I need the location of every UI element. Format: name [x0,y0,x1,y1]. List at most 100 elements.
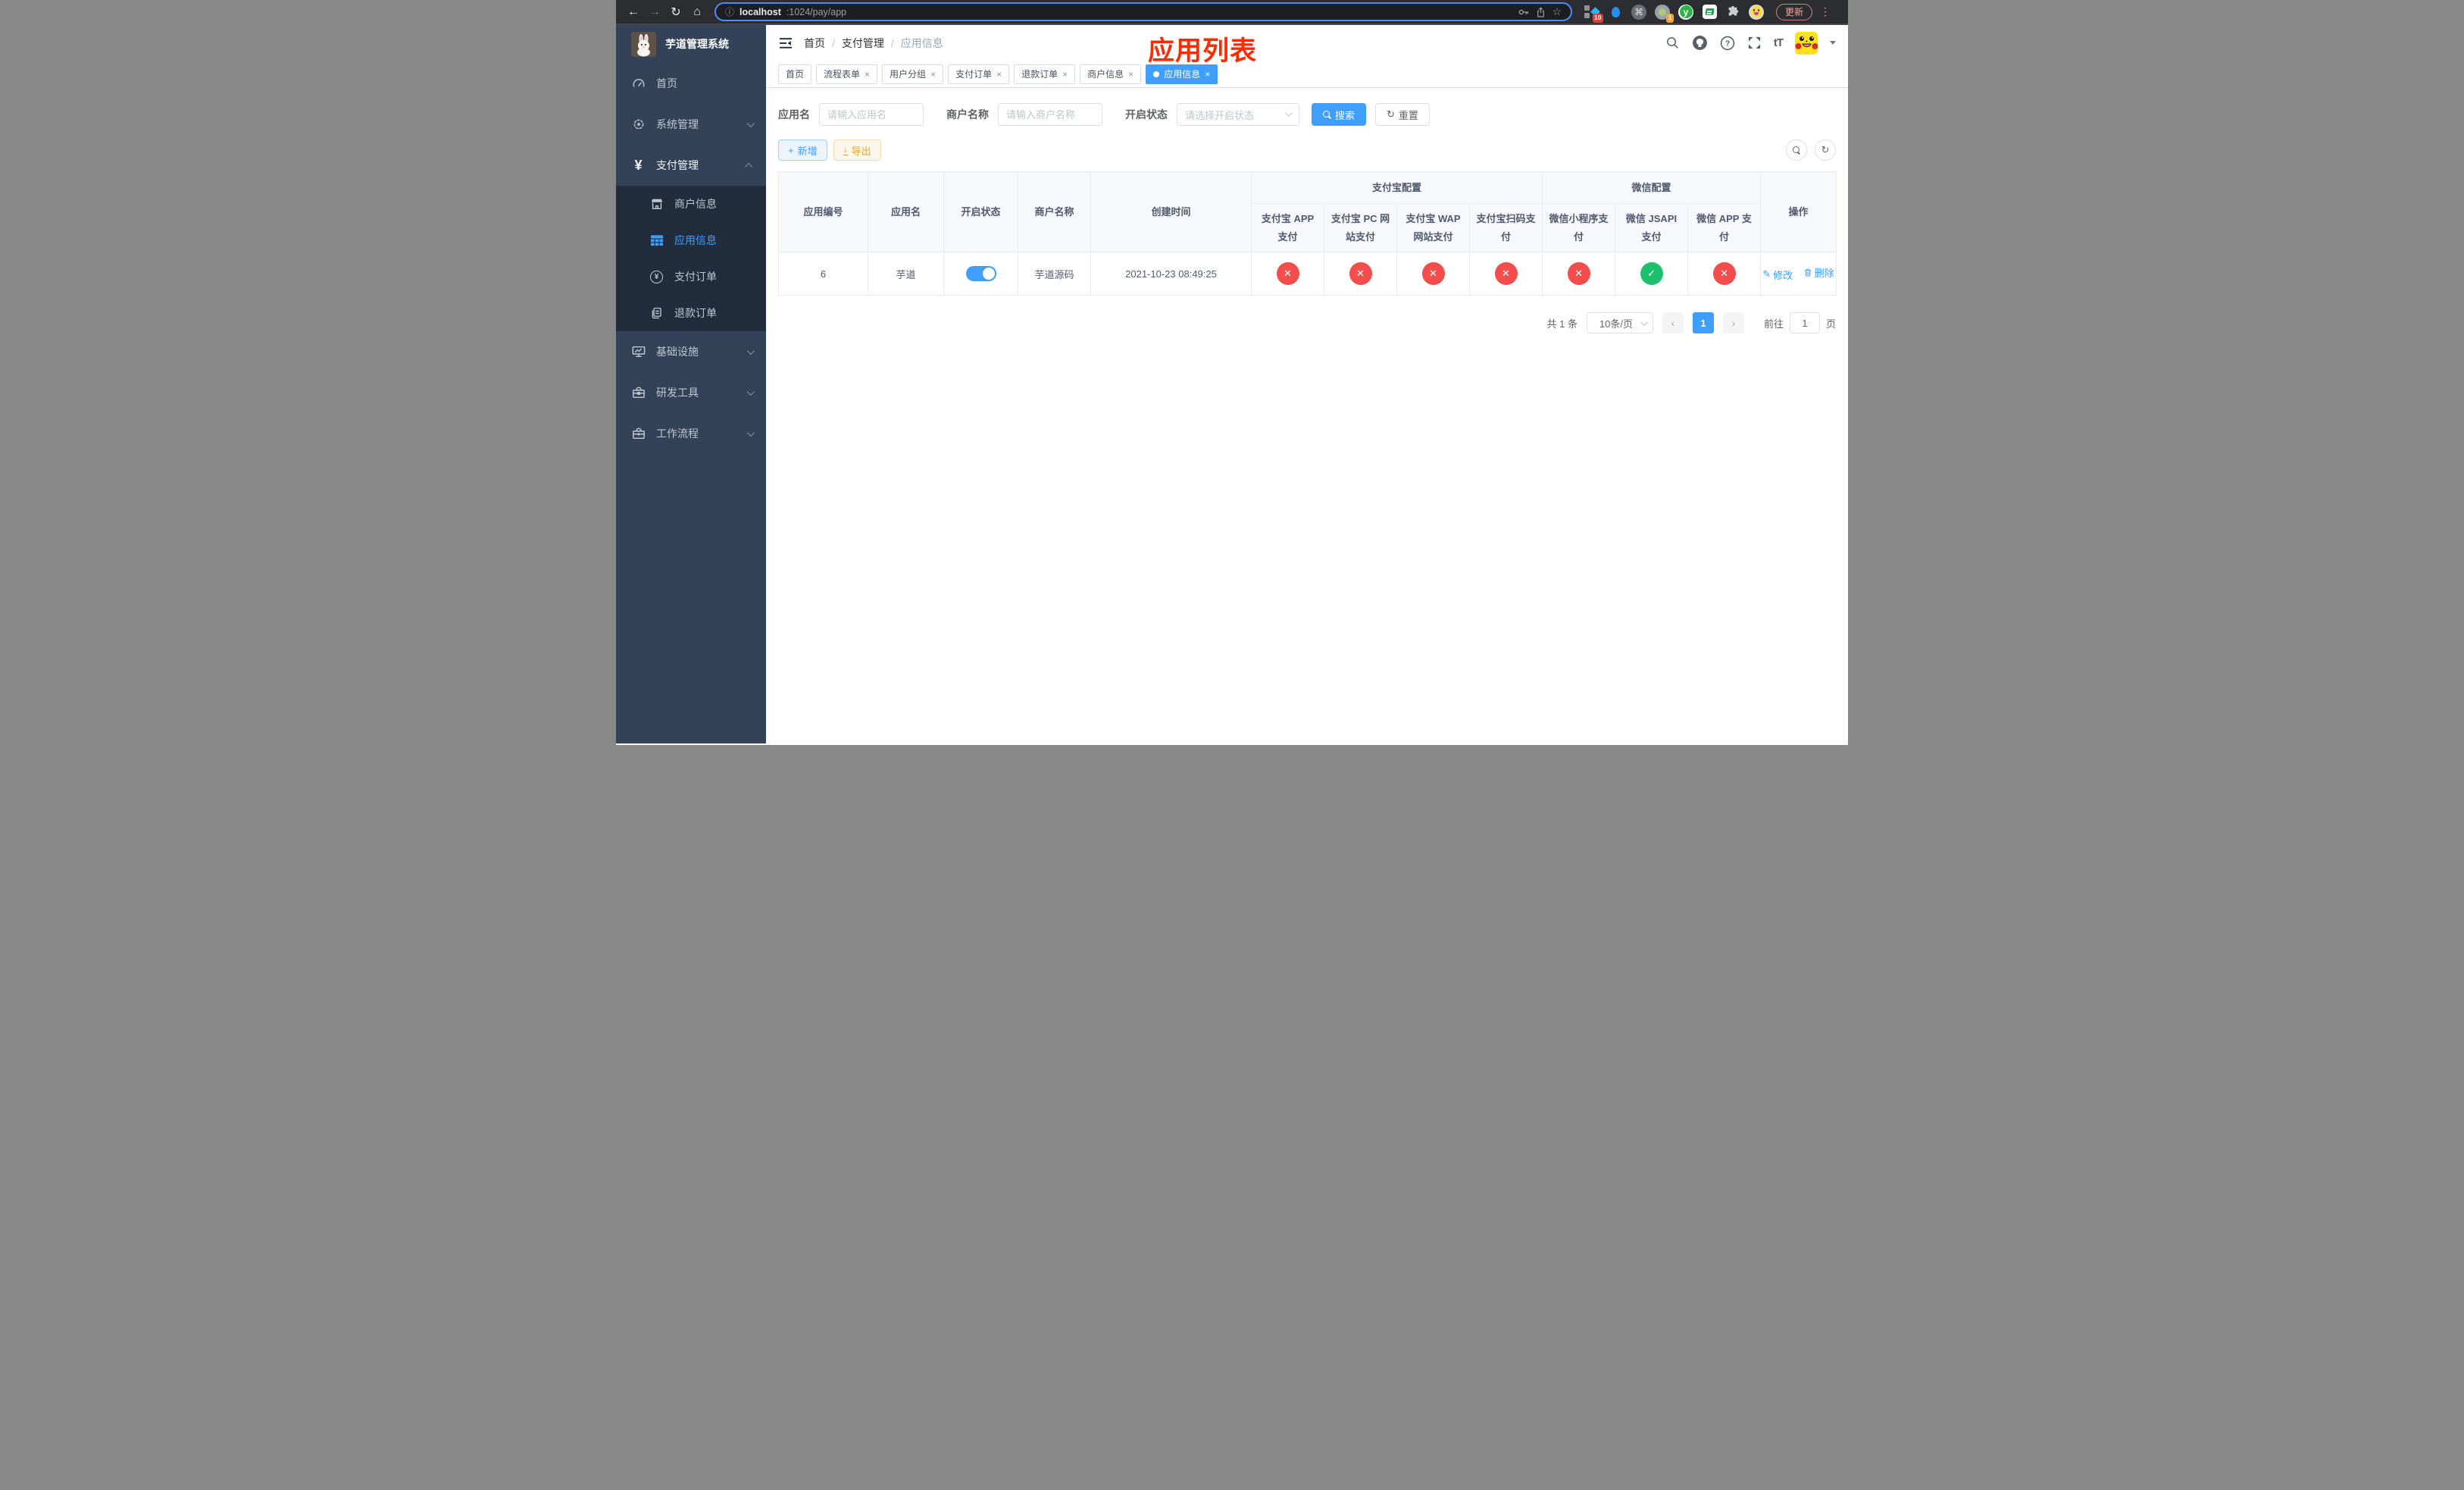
bookmark-star-icon[interactable]: ☆ [1552,5,1562,18]
key-icon[interactable] [1518,6,1530,18]
breadcrumb-payment[interactable]: 支付管理 [842,36,884,51]
enabled-toggle[interactable] [965,266,996,281]
chevron-down-icon [746,346,755,355]
page-number-button[interactable]: 1 [1692,312,1714,333]
next-page-button[interactable]: › [1722,312,1744,333]
sidebar-item-label: 系统管理 [656,118,699,130]
sidebar-item-label: 商户信息 [674,198,717,210]
collapse-menu-icon[interactable] [778,36,793,51]
puzzle-extensions-icon[interactable] [1725,5,1740,20]
trash-icon [1804,269,1812,277]
col-app-name: 应用名 [868,171,944,252]
browser-update-button[interactable]: 更新 [1776,3,1813,20]
breadcrumb-current: 应用信息 [900,36,943,49]
sidebar-logo[interactable]: 芋道管理系统 [616,25,766,63]
avatar-dropdown-caret-icon[interactable] [1830,41,1836,48]
github-icon[interactable] [1692,35,1708,51]
sidebar-item-merchant-info[interactable]: 商户信息 [616,186,766,222]
tab-close-icon[interactable]: × [996,70,1002,79]
reload-icon[interactable]: ↻ [666,2,686,22]
tags-view-bar: 首页 流程表单 × 用户分组 × 支付订单 × 退款订单 × 商户信息 × 应用信息 × [766,61,1848,88]
help-icon[interactable]: ? [1720,36,1735,51]
user-avatar[interactable] [1795,31,1818,55]
export-button[interactable]: ↓ 导出 [833,139,881,161]
main-area: 应用列表 首页 / 支付管理 / 应用信息 ? tT 首页 流程表单 × 用户分… [766,25,1848,743]
search-icon [1323,110,1331,119]
tab-refund-orders[interactable]: 退款订单 × [1014,64,1076,84]
back-icon[interactable]: ← [624,2,643,22]
sidebar-item-app-info[interactable]: 应用信息 [616,222,766,258]
sidebar-item-label: 工作流程 [656,427,699,440]
sidebar-item-label: 退款订单 [674,307,717,319]
tab-close-icon[interactable]: × [1128,70,1134,79]
sidebar-item-infrastructure[interactable]: 基础设施 [616,331,766,372]
refresh-table-button[interactable]: ↻ [1815,139,1836,161]
goto-page-input[interactable] [1789,312,1820,333]
tab-pay-orders[interactable]: 支付订单 × [948,64,1010,84]
share-icon[interactable] [1535,6,1546,18]
sidebar-item-pay-orders[interactable]: ¥ 支付订单 [616,258,766,295]
tab-process-form[interactable]: 流程表单 × [816,64,878,84]
emoji-extension-icon[interactable] [1749,4,1764,20]
payment-submenu: 商户信息 应用信息 ¥ 支付订单 退款订单 [616,186,766,331]
toggle-search-button[interactable] [1786,139,1807,161]
tab-close-icon[interactable]: × [1205,70,1210,79]
tab-user-group[interactable]: 用户分组 × [882,64,944,84]
gear-icon [631,117,646,131]
add-button[interactable]: + 新增 [778,139,827,161]
pay-order-icon: ¥ [649,270,664,283]
reset-button[interactable]: ↻ 重置 [1375,103,1430,126]
browser-menu-icon[interactable]: ⋮ [1820,5,1831,18]
chevron-down-icon [1284,109,1293,117]
app-name-input[interactable] [819,103,924,126]
sidebar-item-label: 研发工具 [656,387,699,399]
sidebar-item-label: 应用信息 [674,234,717,246]
delete-link[interactable]: 删除 [1803,265,1834,280]
edit-link[interactable]: ✎ 修改 [1762,268,1793,282]
prev-page-button[interactable]: ‹ [1662,312,1684,333]
tab-close-icon[interactable]: × [865,70,870,79]
balloon-extension-icon[interactable] [1608,5,1623,20]
tab-close-icon[interactable]: × [930,70,936,79]
blocks-extension-icon[interactable]: 10 [1584,5,1603,23]
status-select[interactable]: 请选择开启状态 [1177,103,1299,126]
merchant-name-label: 商户名称 [946,108,989,121]
col-wechat-app: 微信 APP 支付 [1687,203,1762,252]
tab-home[interactable]: 首页 [778,64,812,84]
y-extension-icon[interactable]: y [1678,4,1693,20]
tab-close-icon[interactable]: × [1062,70,1068,79]
breadcrumb-home[interactable]: 首页 [804,36,825,51]
sidebar-item-label: 首页 [656,77,677,89]
sidebar-item-workflow[interactable]: 工作流程 [616,413,766,454]
merchant-name-input[interactable] [998,103,1102,126]
rabbit-logo-icon [631,31,656,57]
address-bar[interactable]: ⓘ localhost:1024/pay/app ☆ [714,2,1572,21]
page-size-select[interactable]: 10条/页 [1586,312,1653,333]
recorder-extension-icon[interactable]: 1 [1655,4,1674,23]
fullscreen-icon[interactable] [1747,36,1762,50]
home-icon[interactable]: ⌂ [687,2,707,22]
col-enabled: 开启状态 [943,171,1018,252]
forward-icon[interactable]: → [645,2,664,22]
chat-extension-icon[interactable] [1702,5,1717,20]
tab-merchant-info[interactable]: 商户信息 × [1080,64,1142,84]
screenshot-root: ← → ↻ ⌂ ⓘ localhost:1024/pay/app ☆ 10 ⌘ … [616,0,1848,745]
monitor-icon [631,345,646,358]
sidebar-item-payment[interactable]: ¥ 支付管理 [616,145,766,186]
chevron-up-icon [745,162,753,171]
browser-toolbar: ← → ↻ ⌂ ⓘ localhost:1024/pay/app ☆ 10 ⌘ … [616,0,1848,25]
sidebar-item-refund-orders[interactable]: 退款订单 [616,295,766,331]
shop-icon [649,197,664,211]
sidebar-item-dev-tools[interactable]: 研发工具 [616,372,766,413]
search-icon[interactable] [1665,36,1680,50]
site-info-icon[interactable]: ⓘ [725,5,734,18]
command-extension-icon[interactable]: ⌘ [1631,4,1646,20]
chevron-down-icon [1640,318,1648,327]
pagination: 共 1 条 10条/页 ‹ 1 › 前往 页 [778,312,1836,333]
search-button[interactable]: 搜索 [1312,103,1367,126]
table-row: 6 芋道 芋道源码 2021-10-23 08:49:25 ✕ ✕ ✕ ✕ ✕ … [778,252,1837,296]
font-size-icon[interactable]: tT [1774,36,1784,49]
sidebar-item-home[interactable]: 首页 [616,63,766,104]
navbar-actions: ? tT [1665,31,1836,55]
sidebar-item-system[interactable]: 系统管理 [616,104,766,145]
